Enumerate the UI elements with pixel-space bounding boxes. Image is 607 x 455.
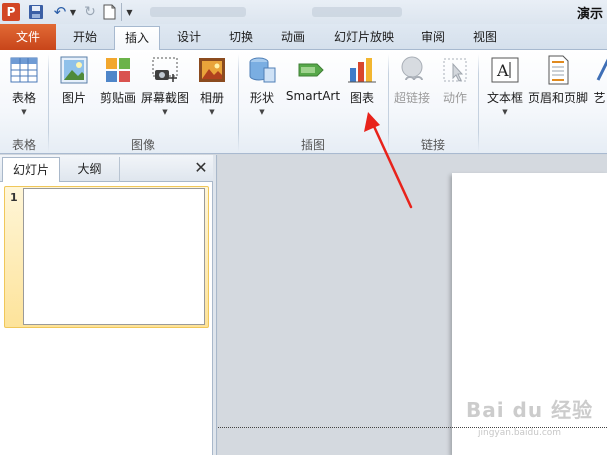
header-footer-button[interactable]: 页眉和页脚: [528, 54, 588, 106]
save-icon[interactable]: [27, 3, 45, 21]
group-label-images: 图像: [130, 138, 155, 152]
wordart-icon: [596, 58, 607, 81]
smartart-icon: [298, 63, 324, 77]
table-button[interactable]: 表格 ▼: [4, 54, 44, 116]
customize-quick-access-icon[interactable]: ▼: [121, 3, 137, 21]
header-footer-icon: [548, 55, 569, 85]
chevron-down-icon: ▼: [162, 108, 168, 116]
new-document-icon[interactable]: [101, 3, 117, 21]
chevron-down-icon: ▼: [259, 108, 265, 116]
undo-icon[interactable]: ↶: [50, 3, 70, 21]
shapes-label: 形状: [249, 91, 274, 105]
tab-file[interactable]: 文件: [0, 24, 56, 50]
smartart-button[interactable]: SmartArt: [284, 54, 342, 103]
tab-view[interactable]: 视图: [462, 26, 508, 50]
photo-album-label: 相册: [199, 91, 224, 105]
action-button[interactable]: 动作: [436, 54, 474, 106]
tab-slides[interactable]: 幻灯片: [2, 157, 60, 182]
ribbon-tab-bar: 文件 开始 插入 设计 切换 动画 幻灯片放映 审阅 视图: [0, 24, 607, 51]
ribbon-insert: 表格 ▼ 表格 图片 剪贴画 屏幕截图 ▼ 相册 ▼ 图像 形状 ▼ Smart…: [0, 50, 607, 154]
screenshot-icon: [152, 57, 178, 82]
photo-album-icon: [199, 58, 225, 82]
redo-icon[interactable]: ↻: [83, 3, 97, 21]
hyperlink-icon: [401, 56, 423, 81]
smartart-label: SmartArt: [285, 89, 341, 103]
textbox-icon: A: [491, 57, 519, 83]
chart-icon: [348, 58, 376, 83]
chevron-down-icon: ▼: [209, 108, 215, 116]
tab-insert[interactable]: 插入: [114, 26, 160, 51]
window-title: 演示: [577, 7, 604, 22]
tab-slideshow[interactable]: 幻灯片放映: [326, 26, 402, 50]
pane-splitter[interactable]: [213, 155, 217, 455]
tab-animations[interactable]: 动画: [270, 26, 316, 50]
chevron-down-icon: ▼: [21, 108, 27, 116]
clipart-icon: [106, 58, 130, 82]
textbox-label: 文本框: [486, 91, 523, 105]
action-icon: [443, 58, 467, 82]
group-separator: [478, 54, 479, 152]
hyperlink-label: 超链接: [393, 91, 430, 105]
blurred-title-segment: [312, 7, 402, 17]
wordart-label: 艺: [593, 91, 606, 105]
clipart-button[interactable]: 剪贴画: [96, 54, 140, 106]
title-bar: P ↶ ▼ ↻ ▼ 演示: [0, 0, 607, 24]
clipart-label: 剪贴画: [99, 91, 136, 105]
group-label-table: 表格: [11, 138, 36, 152]
shapes-button[interactable]: 形状 ▼: [244, 54, 280, 116]
table-icon: [10, 57, 38, 83]
chart-label: 图表: [349, 91, 374, 105]
tab-transitions[interactable]: 切换: [218, 26, 264, 50]
slides-pane-tabs: 幻灯片 大纲 ✕: [0, 155, 213, 182]
table-label: 表格: [11, 91, 36, 105]
textbox-button[interactable]: A 文本框 ▼: [484, 54, 526, 116]
slides-pane: 幻灯片 大纲 ✕ 1: [0, 155, 213, 455]
close-icon[interactable]: ✕: [193, 159, 209, 177]
wordart-button[interactable]: 艺: [592, 54, 607, 106]
watermark-url: jingyan.baidu.com: [478, 428, 562, 438]
action-label: 动作: [442, 91, 467, 105]
slide-number: 1: [10, 191, 18, 204]
chevron-down-icon: ▼: [502, 108, 508, 116]
picture-icon: [60, 56, 88, 84]
picture-button[interactable]: 图片: [56, 54, 92, 106]
tab-home[interactable]: 开始: [62, 26, 108, 50]
shapes-icon: [249, 57, 276, 83]
screenshot-button[interactable]: 屏幕截图 ▼: [140, 54, 190, 116]
hyperlink-button[interactable]: 超链接: [392, 54, 432, 106]
photo-album-button[interactable]: 相册 ▼: [194, 54, 230, 116]
tab-review[interactable]: 审阅: [410, 26, 456, 50]
group-label-illustrations: 插图: [300, 138, 325, 152]
watermark: Bai du 经验: [466, 398, 594, 422]
picture-label: 图片: [61, 91, 86, 105]
powerpoint-app-icon[interactable]: P: [2, 3, 20, 21]
blurred-title-segment: [150, 7, 246, 17]
tab-outline[interactable]: 大纲: [60, 157, 120, 182]
screenshot-label: 屏幕截图: [140, 91, 189, 105]
slide-thumbnail[interactable]: [23, 188, 205, 325]
tab-design[interactable]: 设计: [166, 26, 212, 50]
header-footer-label: 页眉和页脚: [528, 91, 589, 105]
group-label-links: 链接: [420, 138, 445, 152]
undo-dropdown-icon[interactable]: ▼: [69, 3, 77, 21]
svg-text:A: A: [496, 61, 509, 80]
chart-button[interactable]: 图表: [344, 54, 380, 106]
